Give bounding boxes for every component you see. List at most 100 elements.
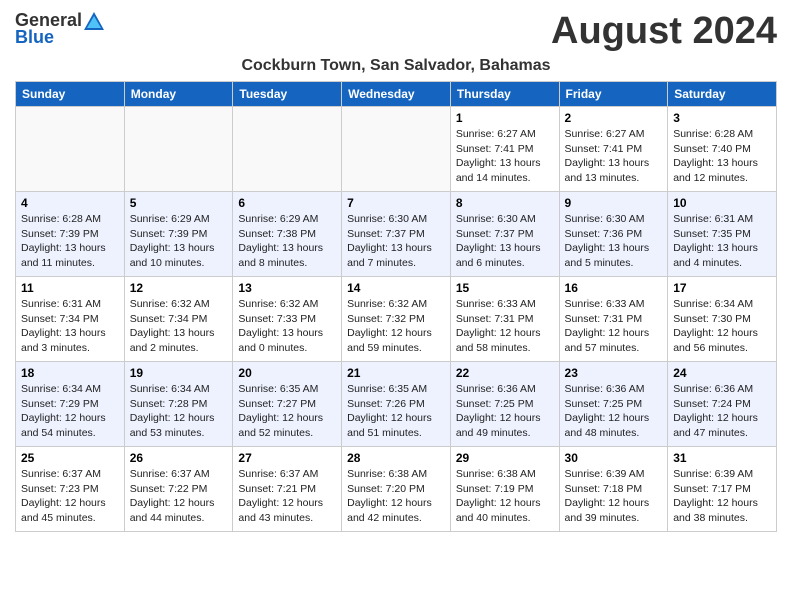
location-title: Cockburn Town, San Salvador, Bahamas xyxy=(15,57,777,75)
calendar-cell: 30Sunrise: 6:39 AMSunset: 7:18 PMDayligh… xyxy=(559,447,668,532)
weekday-header-row: SundayMondayTuesdayWednesdayThursdayFrid… xyxy=(16,82,777,107)
day-number: 30 xyxy=(565,451,663,465)
calendar-cell: 5Sunrise: 6:29 AMSunset: 7:39 PMDaylight… xyxy=(124,192,233,277)
day-number: 13 xyxy=(238,281,336,295)
calendar-cell: 4 Sunrise: 6:28 AMSunset: 7:39 PMDaylight… xyxy=(16,192,125,277)
calendar-cell: 12 Sunrise: 6:32 AMSunset: 7:34 PMDayligh… xyxy=(124,277,233,362)
calendar-cell xyxy=(342,107,451,192)
day-number: 18 xyxy=(21,366,119,380)
week-row-5: 25Sunrise: 6:37 AMSunset: 7:23 PMDayligh… xyxy=(16,447,777,532)
weekday-header-thursday: Thursday xyxy=(450,82,559,107)
calendar-cell: 1Sunrise: 6:27 AMSunset: 7:41 PMDaylight… xyxy=(450,107,559,192)
weekday-header-friday: Friday xyxy=(559,82,668,107)
day-info: Sunrise: 6:29 AMSunset: 7:39 PMDaylight:… xyxy=(130,212,228,271)
calendar-cell: 8Sunrise: 6:30 AMSunset: 7:37 PMDaylight… xyxy=(450,192,559,277)
day-info: Sunrise: 6:30 AMSunset: 7:36 PMDaylight:… xyxy=(565,212,663,271)
day-number: 14 xyxy=(347,281,445,295)
day-number: 26 xyxy=(130,451,228,465)
day-number: 27 xyxy=(238,451,336,465)
day-info: Sunrise: 6:35 AMSunset: 7:26 PMDaylight:… xyxy=(347,382,445,441)
day-info: Sunrise: 6:38 AMSunset: 7:19 PMDaylight:… xyxy=(456,467,554,526)
day-number: 15 xyxy=(456,281,554,295)
day-info: Sunrise: 6:36 AMSunset: 7:25 PMDaylight:… xyxy=(565,382,663,441)
day-info: Sunrise: 6:28 AMSunset: 7:40 PMDaylight:… xyxy=(673,127,771,186)
calendar-cell: 2Sunrise: 6:27 AMSunset: 7:41 PMDaylight… xyxy=(559,107,668,192)
week-row-3: 11 Sunrise: 6:31 AMSunset: 7:34 PMDayligh… xyxy=(16,277,777,362)
day-number: 3 xyxy=(673,111,771,125)
calendar-cell: 23 Sunrise: 6:36 AMSunset: 7:25 PMDayligh… xyxy=(559,362,668,447)
day-info: Sunrise: 6:33 AMSunset: 7:31 PMDaylight:… xyxy=(456,297,554,356)
day-info: Sunrise: 6:37 AMSunset: 7:22 PMDaylight:… xyxy=(130,467,228,526)
calendar-cell: 28Sunrise: 6:38 AMSunset: 7:20 PMDayligh… xyxy=(342,447,451,532)
day-info: Sunrise: 6:34 AMSunset: 7:29 PMDaylight:… xyxy=(21,382,119,441)
day-number: 24 xyxy=(673,366,771,380)
day-info: Sunrise: 6:35 AMSunset: 7:27 PMDaylight:… xyxy=(238,382,336,441)
calendar-cell: 10Sunrise: 6:31 AMSunset: 7:35 PMDayligh… xyxy=(668,192,777,277)
calendar-cell: 21 Sunrise: 6:35 AMSunset: 7:26 PMDayligh… xyxy=(342,362,451,447)
calendar-cell: 15 Sunrise: 6:33 AMSunset: 7:31 PMDayligh… xyxy=(450,277,559,362)
day-info: Sunrise: 6:37 AMSunset: 7:23 PMDaylight:… xyxy=(21,467,119,526)
day-info: Sunrise: 6:34 AMSunset: 7:28 PMDaylight:… xyxy=(130,382,228,441)
day-info: Sunrise: 6:29 AMSunset: 7:38 PMDaylight:… xyxy=(238,212,336,271)
calendar-cell: 22 Sunrise: 6:36 AMSunset: 7:25 PMDayligh… xyxy=(450,362,559,447)
calendar-cell: 7 Sunrise: 6:30 AMSunset: 7:37 PMDaylight… xyxy=(342,192,451,277)
month-title: August 2024 xyxy=(551,10,777,53)
weekday-header-tuesday: Tuesday xyxy=(233,82,342,107)
calendar-cell: 25Sunrise: 6:37 AMSunset: 7:23 PMDayligh… xyxy=(16,447,125,532)
calendar-cell xyxy=(16,107,125,192)
day-number: 31 xyxy=(673,451,771,465)
day-number: 20 xyxy=(238,366,336,380)
calendar-cell: 19Sunrise: 6:34 AMSunset: 7:28 PMDayligh… xyxy=(124,362,233,447)
calendar-cell: 24Sunrise: 6:36 AMSunset: 7:24 PMDayligh… xyxy=(668,362,777,447)
day-info: Sunrise: 6:37 AMSunset: 7:21 PMDaylight:… xyxy=(238,467,336,526)
day-number: 7 xyxy=(347,196,445,210)
calendar-cell: 16 Sunrise: 6:33 AMSunset: 7:31 PMDayligh… xyxy=(559,277,668,362)
calendar: SundayMondayTuesdayWednesdayThursdayFrid… xyxy=(15,81,777,532)
logo: General Blue xyxy=(15,10,104,48)
calendar-cell: 26 Sunrise: 6:37 AMSunset: 7:22 PMDayligh… xyxy=(124,447,233,532)
calendar-cell: 29 Sunrise: 6:38 AMSunset: 7:19 PMDayligh… xyxy=(450,447,559,532)
day-number: 9 xyxy=(565,196,663,210)
day-info: Sunrise: 6:30 AMSunset: 7:37 PMDaylight:… xyxy=(347,212,445,271)
day-info: Sunrise: 6:31 AMSunset: 7:35 PMDaylight:… xyxy=(673,212,771,271)
weekday-header-sunday: Sunday xyxy=(16,82,125,107)
day-number: 17 xyxy=(673,281,771,295)
day-info: Sunrise: 6:31 AMSunset: 7:34 PMDaylight:… xyxy=(21,297,119,356)
day-number: 4 xyxy=(21,196,119,210)
calendar-cell xyxy=(124,107,233,192)
calendar-cell: 17 Sunrise: 6:34 AMSunset: 7:30 PMDayligh… xyxy=(668,277,777,362)
day-number: 28 xyxy=(347,451,445,465)
week-row-4: 18 Sunrise: 6:34 AMSunset: 7:29 PMDayligh… xyxy=(16,362,777,447)
day-number: 16 xyxy=(565,281,663,295)
day-info: Sunrise: 6:32 AMSunset: 7:34 PMDaylight:… xyxy=(130,297,228,356)
day-number: 1 xyxy=(456,111,554,125)
day-number: 12 xyxy=(130,281,228,295)
day-info: Sunrise: 6:39 AMSunset: 7:17 PMDaylight:… xyxy=(673,467,771,526)
calendar-cell: 20 Sunrise: 6:35 AMSunset: 7:27 PMDayligh… xyxy=(233,362,342,447)
day-number: 29 xyxy=(456,451,554,465)
day-info: Sunrise: 6:33 AMSunset: 7:31 PMDaylight:… xyxy=(565,297,663,356)
calendar-cell xyxy=(233,107,342,192)
calendar-cell: 27 Sunrise: 6:37 AMSunset: 7:21 PMDayligh… xyxy=(233,447,342,532)
calendar-cell: 11 Sunrise: 6:31 AMSunset: 7:34 PMDayligh… xyxy=(16,277,125,362)
day-info: Sunrise: 6:28 AMSunset: 7:39 PMDaylight:… xyxy=(21,212,119,271)
calendar-cell: 31 Sunrise: 6:39 AMSunset: 7:17 PMDayligh… xyxy=(668,447,777,532)
day-number: 22 xyxy=(456,366,554,380)
weekday-header-wednesday: Wednesday xyxy=(342,82,451,107)
day-info: Sunrise: 6:36 AMSunset: 7:25 PMDaylight:… xyxy=(456,382,554,441)
logo-blue-text: Blue xyxy=(15,27,54,48)
calendar-cell: 9 Sunrise: 6:30 AMSunset: 7:36 PMDaylight… xyxy=(559,192,668,277)
day-number: 21 xyxy=(347,366,445,380)
calendar-cell: 14 Sunrise: 6:32 AMSunset: 7:32 PMDayligh… xyxy=(342,277,451,362)
week-row-2: 4 Sunrise: 6:28 AMSunset: 7:39 PMDaylight… xyxy=(16,192,777,277)
calendar-cell: 18 Sunrise: 6:34 AMSunset: 7:29 PMDayligh… xyxy=(16,362,125,447)
calendar-cell: 6Sunrise: 6:29 AMSunset: 7:38 PMDaylight… xyxy=(233,192,342,277)
day-info: Sunrise: 6:32 AMSunset: 7:33 PMDaylight:… xyxy=(238,297,336,356)
day-info: Sunrise: 6:34 AMSunset: 7:30 PMDaylight:… xyxy=(673,297,771,356)
day-info: Sunrise: 6:30 AMSunset: 7:37 PMDaylight:… xyxy=(456,212,554,271)
day-number: 11 xyxy=(21,281,119,295)
weekday-header-monday: Monday xyxy=(124,82,233,107)
day-number: 23 xyxy=(565,366,663,380)
day-info: Sunrise: 6:32 AMSunset: 7:32 PMDaylight:… xyxy=(347,297,445,356)
calendar-cell: 13 Sunrise: 6:32 AMSunset: 7:33 PMDayligh… xyxy=(233,277,342,362)
